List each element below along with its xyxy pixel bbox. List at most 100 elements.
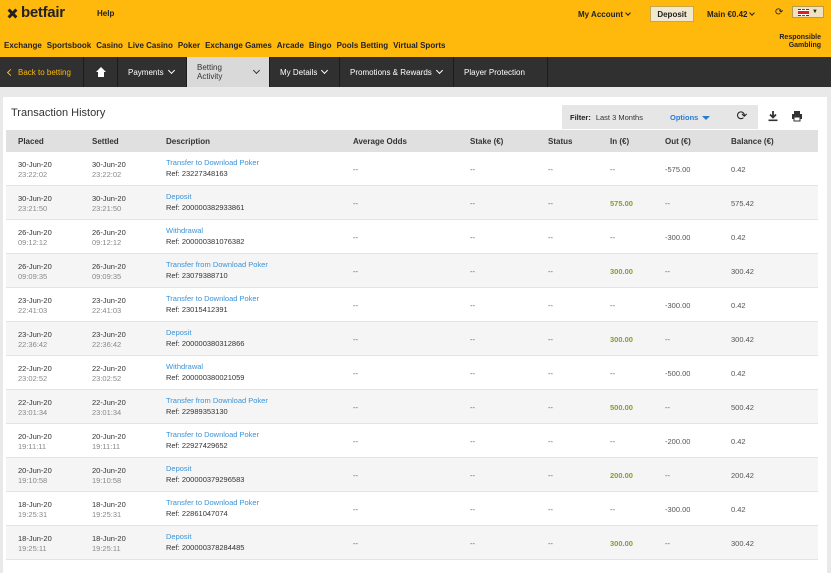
average-odds: -- (353, 165, 358, 174)
back-to-betting-label: Back to betting (18, 67, 71, 77)
settled-date: 22-Jun-20 (92, 364, 126, 373)
amount-in: -- (610, 165, 615, 174)
amount-out: -300.00 (665, 301, 691, 310)
nav-sportsbook[interactable]: Sportsbook (47, 41, 91, 50)
average-odds: -- (353, 335, 358, 344)
col-placed[interactable]: Placed (18, 137, 44, 146)
balance: 575.42 (731, 199, 754, 208)
average-odds: -- (353, 505, 358, 514)
settled-time: 23:22:02 (92, 170, 122, 179)
status: -- (548, 505, 553, 514)
responsible-gambling-link[interactable]: Responsible Gambling (761, 34, 821, 50)
language-selector[interactable]: ▼ (792, 6, 824, 18)
tab-promotions-rewards[interactable]: Promotions & Rewards (340, 57, 454, 87)
col-stake: Stake (€) (470, 137, 504, 146)
description-link[interactable]: Withdrawal (166, 226, 203, 235)
description-link[interactable]: Transfer to Download Poker (166, 294, 259, 303)
tab-betting-activity[interactable]: Betting Activity (187, 57, 270, 87)
status: -- (548, 471, 553, 480)
download-icon[interactable] (767, 110, 779, 122)
main-balance-menu[interactable]: Main €0.42 (707, 10, 756, 19)
description-link[interactable]: Transfer to Download Poker (166, 158, 259, 167)
description-link[interactable]: Transfer to Download Poker (166, 430, 259, 439)
table-row: 30-Jun-20 23:22:02 30-Jun-20 23:22:02 Transf… (6, 152, 818, 186)
nav-virtual-sports[interactable]: Virtual Sports (393, 41, 445, 50)
placed-time: 23:02:52 (18, 374, 48, 383)
status: -- (548, 335, 553, 344)
amount-in: 300.00 (610, 539, 633, 548)
reference: Ref: 200000381076382 (166, 237, 245, 246)
average-odds: -- (353, 437, 358, 446)
print-icon[interactable] (791, 110, 803, 122)
tab-player-protection[interactable]: Player Protection (454, 57, 548, 87)
description-link[interactable]: Transfer to Download Poker (166, 498, 259, 507)
amount-in: 500.00 (610, 403, 633, 412)
status: -- (548, 165, 553, 174)
nav-arcade[interactable]: Arcade (277, 41, 304, 50)
account-nav: Back to betting Payments Betting Activit… (0, 57, 831, 87)
settled-date: 26-Jun-20 (92, 262, 126, 271)
settled-time: 19:11:11 (92, 442, 121, 451)
col-settled[interactable]: Settled (92, 137, 119, 146)
caret-down-icon (702, 115, 711, 120)
table-row: 30-Jun-20 23:21:50 30-Jun-20 23:21:50 Deposi… (6, 186, 818, 220)
nav-pools-betting[interactable]: Pools Betting (337, 41, 389, 50)
description-link[interactable]: Deposit (166, 328, 191, 337)
nav-live-casino[interactable]: Live Casino (128, 41, 173, 50)
placed-date: 26-Jun-20 (18, 228, 52, 237)
betfair-logo[interactable]: betfair (6, 4, 65, 21)
settled-date: 30-Jun-20 (92, 160, 126, 169)
tab-payments[interactable]: Payments (118, 57, 187, 87)
amount-out: -575.00 (665, 165, 691, 174)
chevron-down-icon (321, 66, 329, 75)
stake: -- (470, 369, 475, 378)
settled-date: 23-Jun-20 (92, 296, 126, 305)
reference: Ref: 200000380021059 (166, 373, 245, 382)
table-header: Placed Settled Description Average Odds … (6, 130, 818, 152)
help-link[interactable]: Help (97, 9, 114, 18)
nav-exchange-games[interactable]: Exchange Games (205, 41, 272, 50)
nav-casino[interactable]: Casino (96, 41, 123, 50)
filter-value[interactable]: Last 3 Months (596, 113, 643, 122)
description-link[interactable]: Deposit (166, 532, 191, 541)
stake: -- (470, 539, 475, 548)
amount-in: -- (610, 301, 615, 310)
my-account-menu[interactable]: My Account (578, 10, 631, 19)
placed-date: 20-Jun-20 (18, 432, 52, 441)
amount-out: -300.00 (665, 505, 691, 514)
table-row: 26-Jun-20 09:12:12 26-Jun-20 09:12:12 Withdr… (6, 220, 818, 254)
nav-exchange[interactable]: Exchange (4, 41, 42, 50)
col-balance: Balance (€) (731, 137, 774, 146)
page-title: Transaction History (11, 107, 106, 119)
status: -- (548, 369, 553, 378)
refresh-icon[interactable]: ⟳ (734, 108, 750, 124)
amount-in: -- (610, 233, 615, 242)
placed-time: 23:01:34 (18, 408, 48, 417)
nav-bingo[interactable]: Bingo (309, 41, 332, 50)
refresh-balance-icon[interactable]: ⟳ (775, 7, 783, 18)
average-odds: -- (353, 471, 358, 480)
settled-time: 22:41:03 (92, 306, 122, 315)
balance: 0.42 (731, 369, 746, 378)
back-to-betting-link[interactable]: Back to betting (0, 57, 84, 87)
col-description: Description (166, 137, 211, 146)
description-link[interactable]: Transfer from Download Poker (166, 396, 268, 405)
my-account-label: My Account (578, 10, 624, 19)
amount-out: -- (665, 335, 670, 344)
table-row: 20-Jun-20 19:11:11 20-Jun-20 19:11:11 Transf… (6, 424, 818, 458)
description-link[interactable]: Deposit (166, 464, 191, 473)
description-link[interactable]: Transfer from Download Poker (166, 260, 268, 269)
settled-date: 22-Jun-20 (92, 398, 126, 407)
placed-date: 18-Jun-20 (18, 500, 52, 509)
tab-my-details[interactable]: My Details (270, 57, 340, 87)
description-link[interactable]: Deposit (166, 192, 191, 201)
deposit-button[interactable]: Deposit (650, 6, 694, 22)
amount-out: -- (665, 539, 670, 548)
balance: 300.42 (731, 267, 754, 276)
home-button[interactable] (84, 57, 118, 87)
description-link[interactable]: Withdrawal (166, 362, 203, 371)
chevron-down-icon (435, 66, 443, 75)
options-dropdown[interactable]: Options (670, 113, 711, 122)
status: -- (548, 539, 553, 548)
nav-poker[interactable]: Poker (178, 41, 200, 50)
